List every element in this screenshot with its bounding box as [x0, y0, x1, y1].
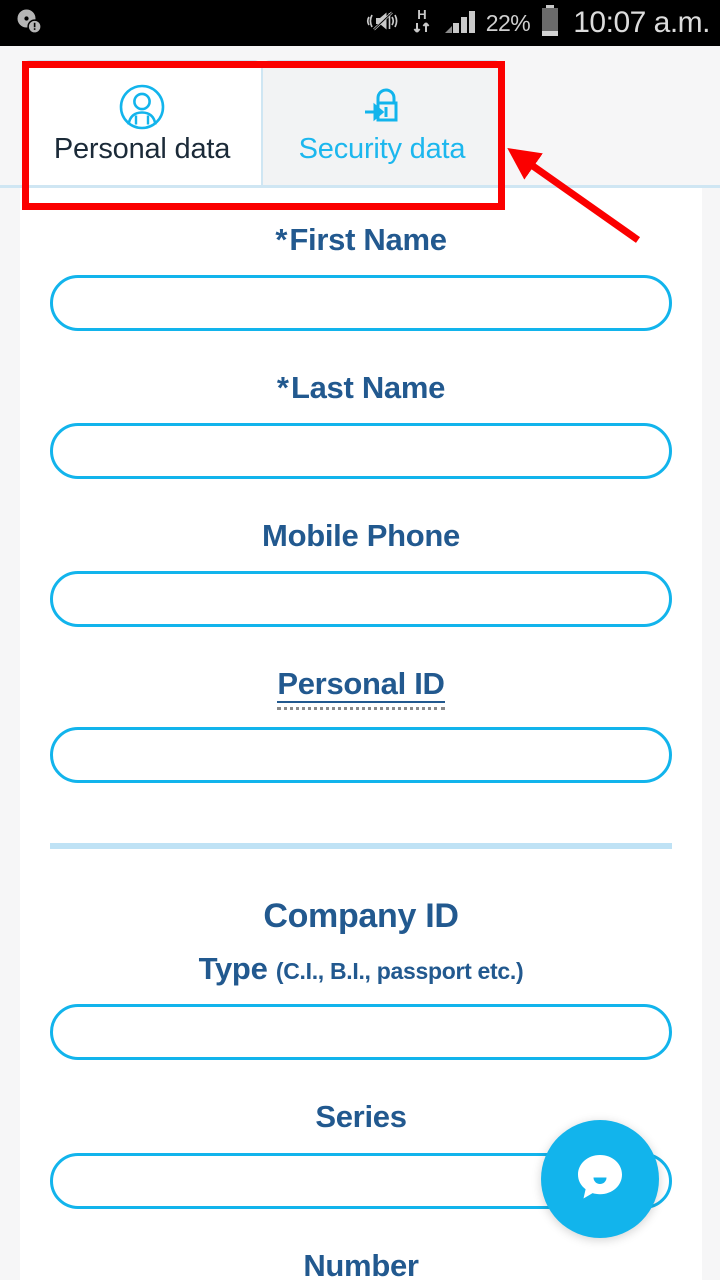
- required-marker: *: [275, 222, 290, 257]
- tab-personal-data[interactable]: Personal data: [22, 60, 262, 188]
- unlock-login-icon: [357, 84, 407, 132]
- tab-bar: Personal data Security data: [0, 46, 720, 188]
- field-company-id-type-hint: (C.I., B.I., passport etc.): [275, 958, 524, 985]
- field-personal-id-label-wrap: Personal ID: [20, 667, 702, 711]
- field-company-id-number: Number: [20, 1247, 702, 1280]
- tab-personal-data-label: Personal data: [53, 133, 231, 166]
- field-last-name: *Last Name: [20, 371, 702, 480]
- field-mobile-phone-label: Mobile Phone: [262, 518, 460, 554]
- mobile-phone-input[interactable]: [50, 571, 672, 628]
- tab-security-data[interactable]: Security data: [262, 60, 502, 188]
- status-bar: H 22% 10:07 a.m.: [0, 0, 720, 46]
- field-first-name: *First Name: [20, 222, 702, 332]
- chat-widget-button[interactable]: [541, 1120, 659, 1238]
- status-bar-right: H 22% 10:07 a.m.: [365, 4, 710, 43]
- required-marker: *: [276, 370, 291, 406]
- status-bar-left: [14, 6, 44, 41]
- form-content: *First Name *Last Name Mobile Phone Pers…: [20, 188, 702, 1280]
- storage-warning-icon: [14, 6, 44, 41]
- field-company-id-type-label-text: Type: [198, 951, 268, 987]
- field-personal-id: Personal ID: [20, 667, 702, 784]
- user-avatar-icon: [117, 84, 167, 132]
- battery-icon: [539, 4, 561, 43]
- chat-bubble-icon: [567, 1144, 633, 1215]
- tab-security-data-label: Security data: [298, 133, 466, 166]
- first-name-input[interactable]: [50, 275, 672, 332]
- personal-id-input[interactable]: [50, 727, 672, 784]
- field-first-name-label-text: First Name: [289, 222, 447, 257]
- field-first-name-label: *First Name: [20, 222, 702, 257]
- mobile-screen: H 22% 10:07 a.m. Personal data Security …: [0, 0, 720, 1280]
- field-company-id-type: Type (C.I., B.I., passport etc.): [20, 952, 702, 1061]
- field-company-id-type-label: Type (C.I., B.I., passport etc.): [20, 952, 702, 986]
- section-divider: [50, 843, 672, 850]
- vibrate-mute-icon: [365, 7, 401, 40]
- battery-percent-label: 22%: [485, 9, 531, 36]
- svg-text:H: H: [417, 7, 426, 22]
- field-company-id-number-label: Number: [303, 1247, 419, 1280]
- signal-bars-icon: [443, 7, 477, 40]
- field-mobile-phone: Mobile Phone: [20, 518, 702, 628]
- company-id-type-input[interactable]: [50, 1004, 672, 1061]
- last-name-input[interactable]: [50, 423, 672, 480]
- company-id-section-heading: Company ID: [263, 897, 459, 936]
- hsdpa-data-icon: H: [410, 6, 434, 41]
- field-personal-id-label[interactable]: Personal ID: [277, 667, 445, 711]
- field-last-name-label: *Last Name: [20, 371, 702, 405]
- field-last-name-label-text: Last Name: [290, 370, 446, 406]
- tab-strip: Personal data Security data: [22, 60, 502, 188]
- status-bar-clock: 10:07 a.m.: [573, 6, 710, 39]
